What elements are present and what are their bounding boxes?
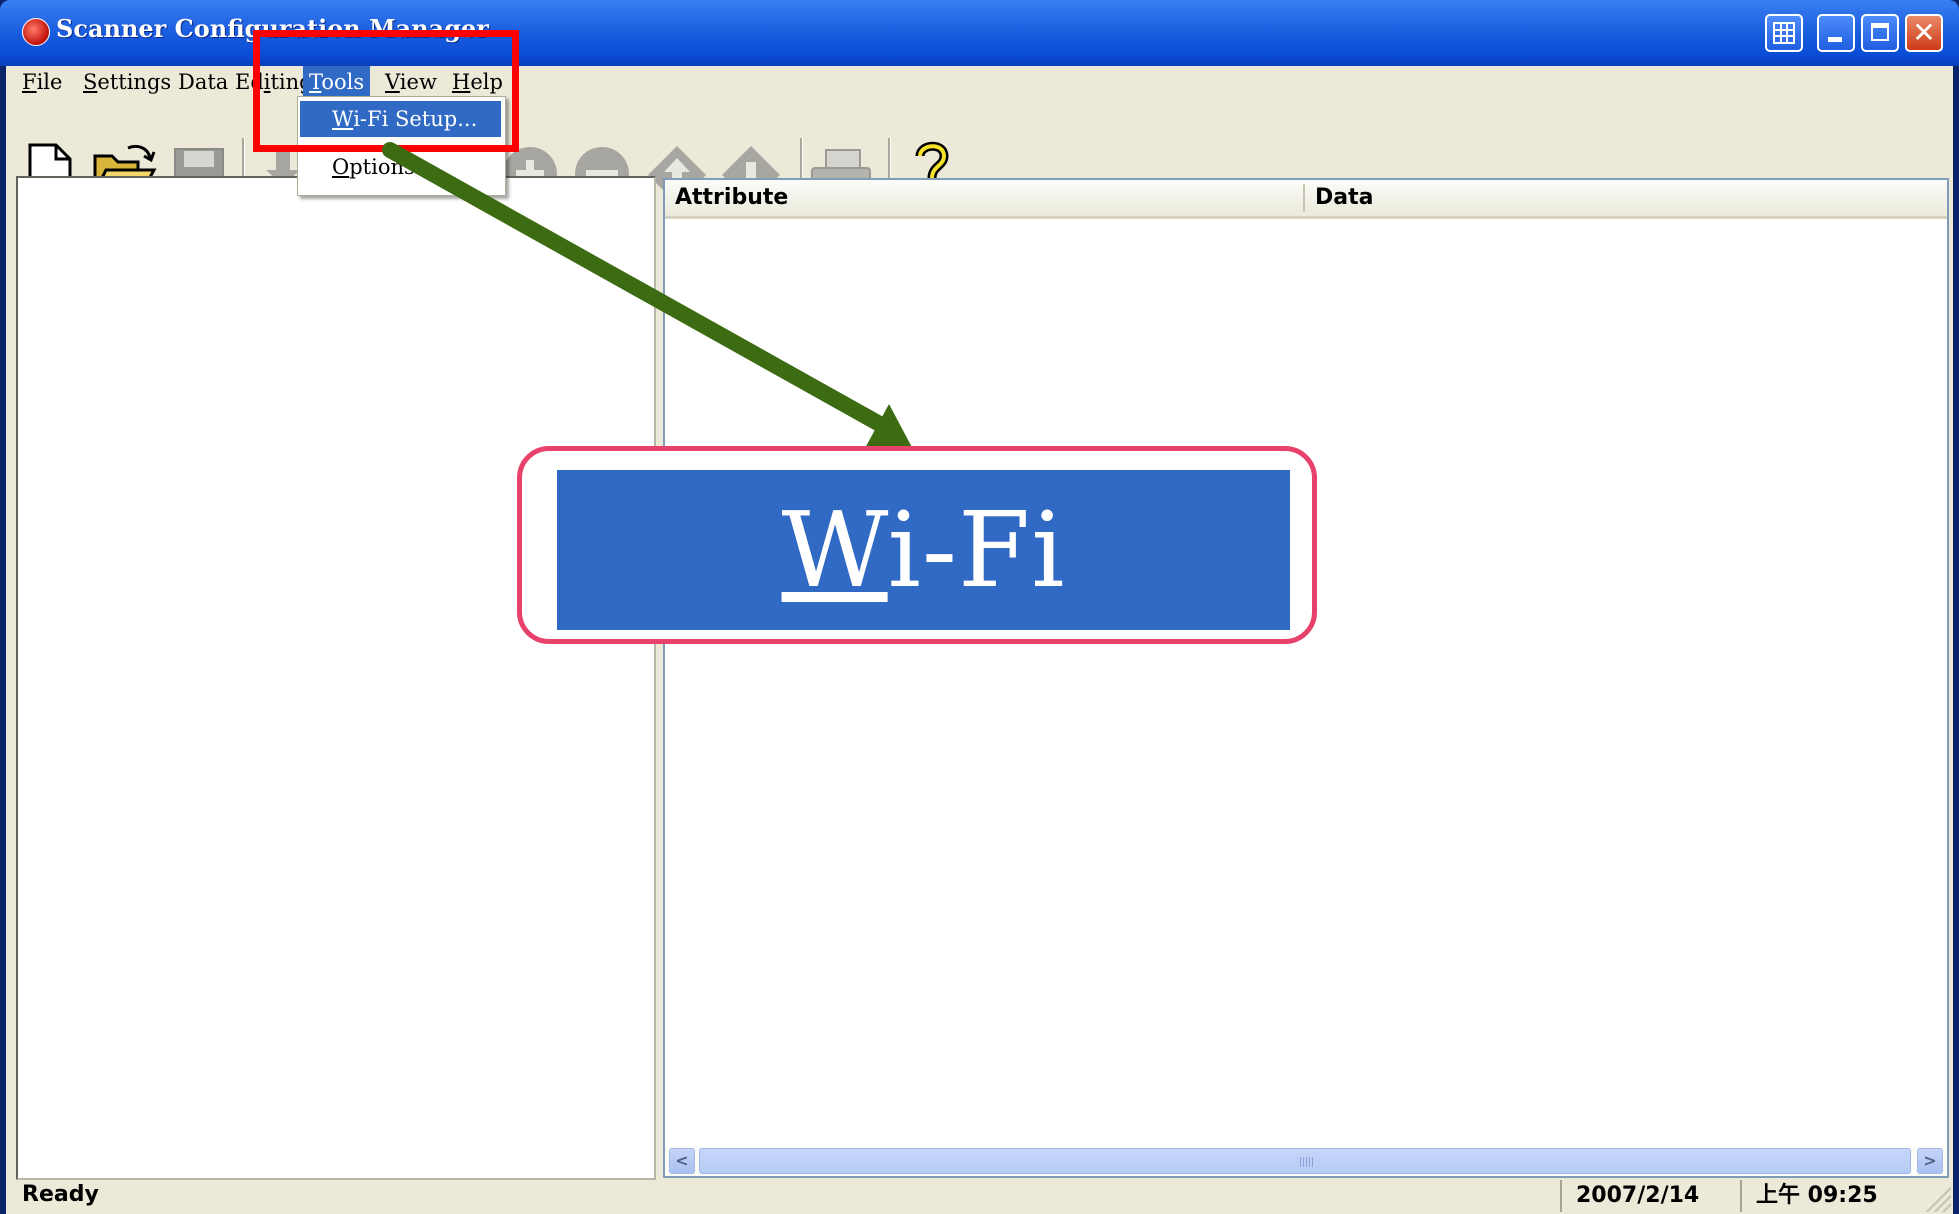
- minimize-icon: [1828, 37, 1842, 42]
- scroll-thumb[interactable]: [699, 1148, 1911, 1174]
- grid-view-button[interactable]: [1765, 14, 1803, 52]
- status-time: 上午 09:25: [1740, 1180, 1916, 1212]
- wifi-setup-callout: Wi-Fi Setup...: [557, 470, 1290, 771]
- status-bar: Ready 2007/2/14 上午 09:25: [6, 1178, 1953, 1214]
- column-data[interactable]: Data: [1305, 180, 1945, 216]
- close-button[interactable]: ✕: [1905, 14, 1943, 52]
- list-header: Attribute Data: [665, 180, 1947, 219]
- grip-icon: [1300, 1157, 1314, 1167]
- column-attribute[interactable]: Attribute: [665, 180, 1301, 216]
- status-text: Ready: [22, 1182, 99, 1207]
- menu-file[interactable]: File: [16, 66, 68, 98]
- tree-pane[interactable]: [16, 176, 656, 1180]
- scroll-left-icon[interactable]: <: [669, 1148, 695, 1174]
- app-icon[interactable]: [22, 18, 50, 46]
- minimize-button[interactable]: [1817, 14, 1855, 52]
- highlight-box: [253, 30, 519, 152]
- resize-grip-icon[interactable]: [1925, 1186, 1951, 1212]
- menu-settings[interactable]: Settings: [77, 66, 177, 98]
- scroll-right-icon[interactable]: >: [1917, 1148, 1943, 1174]
- menu-item-options[interactable]: Options...: [300, 149, 501, 185]
- grid-icon: [1773, 22, 1795, 44]
- maximize-button[interactable]: [1861, 14, 1899, 52]
- close-icon: ✕: [1912, 16, 1936, 49]
- status-date: 2007/2/14: [1560, 1180, 1732, 1212]
- horizontal-scrollbar[interactable]: < >: [665, 1146, 1947, 1176]
- maximize-icon: [1871, 23, 1889, 41]
